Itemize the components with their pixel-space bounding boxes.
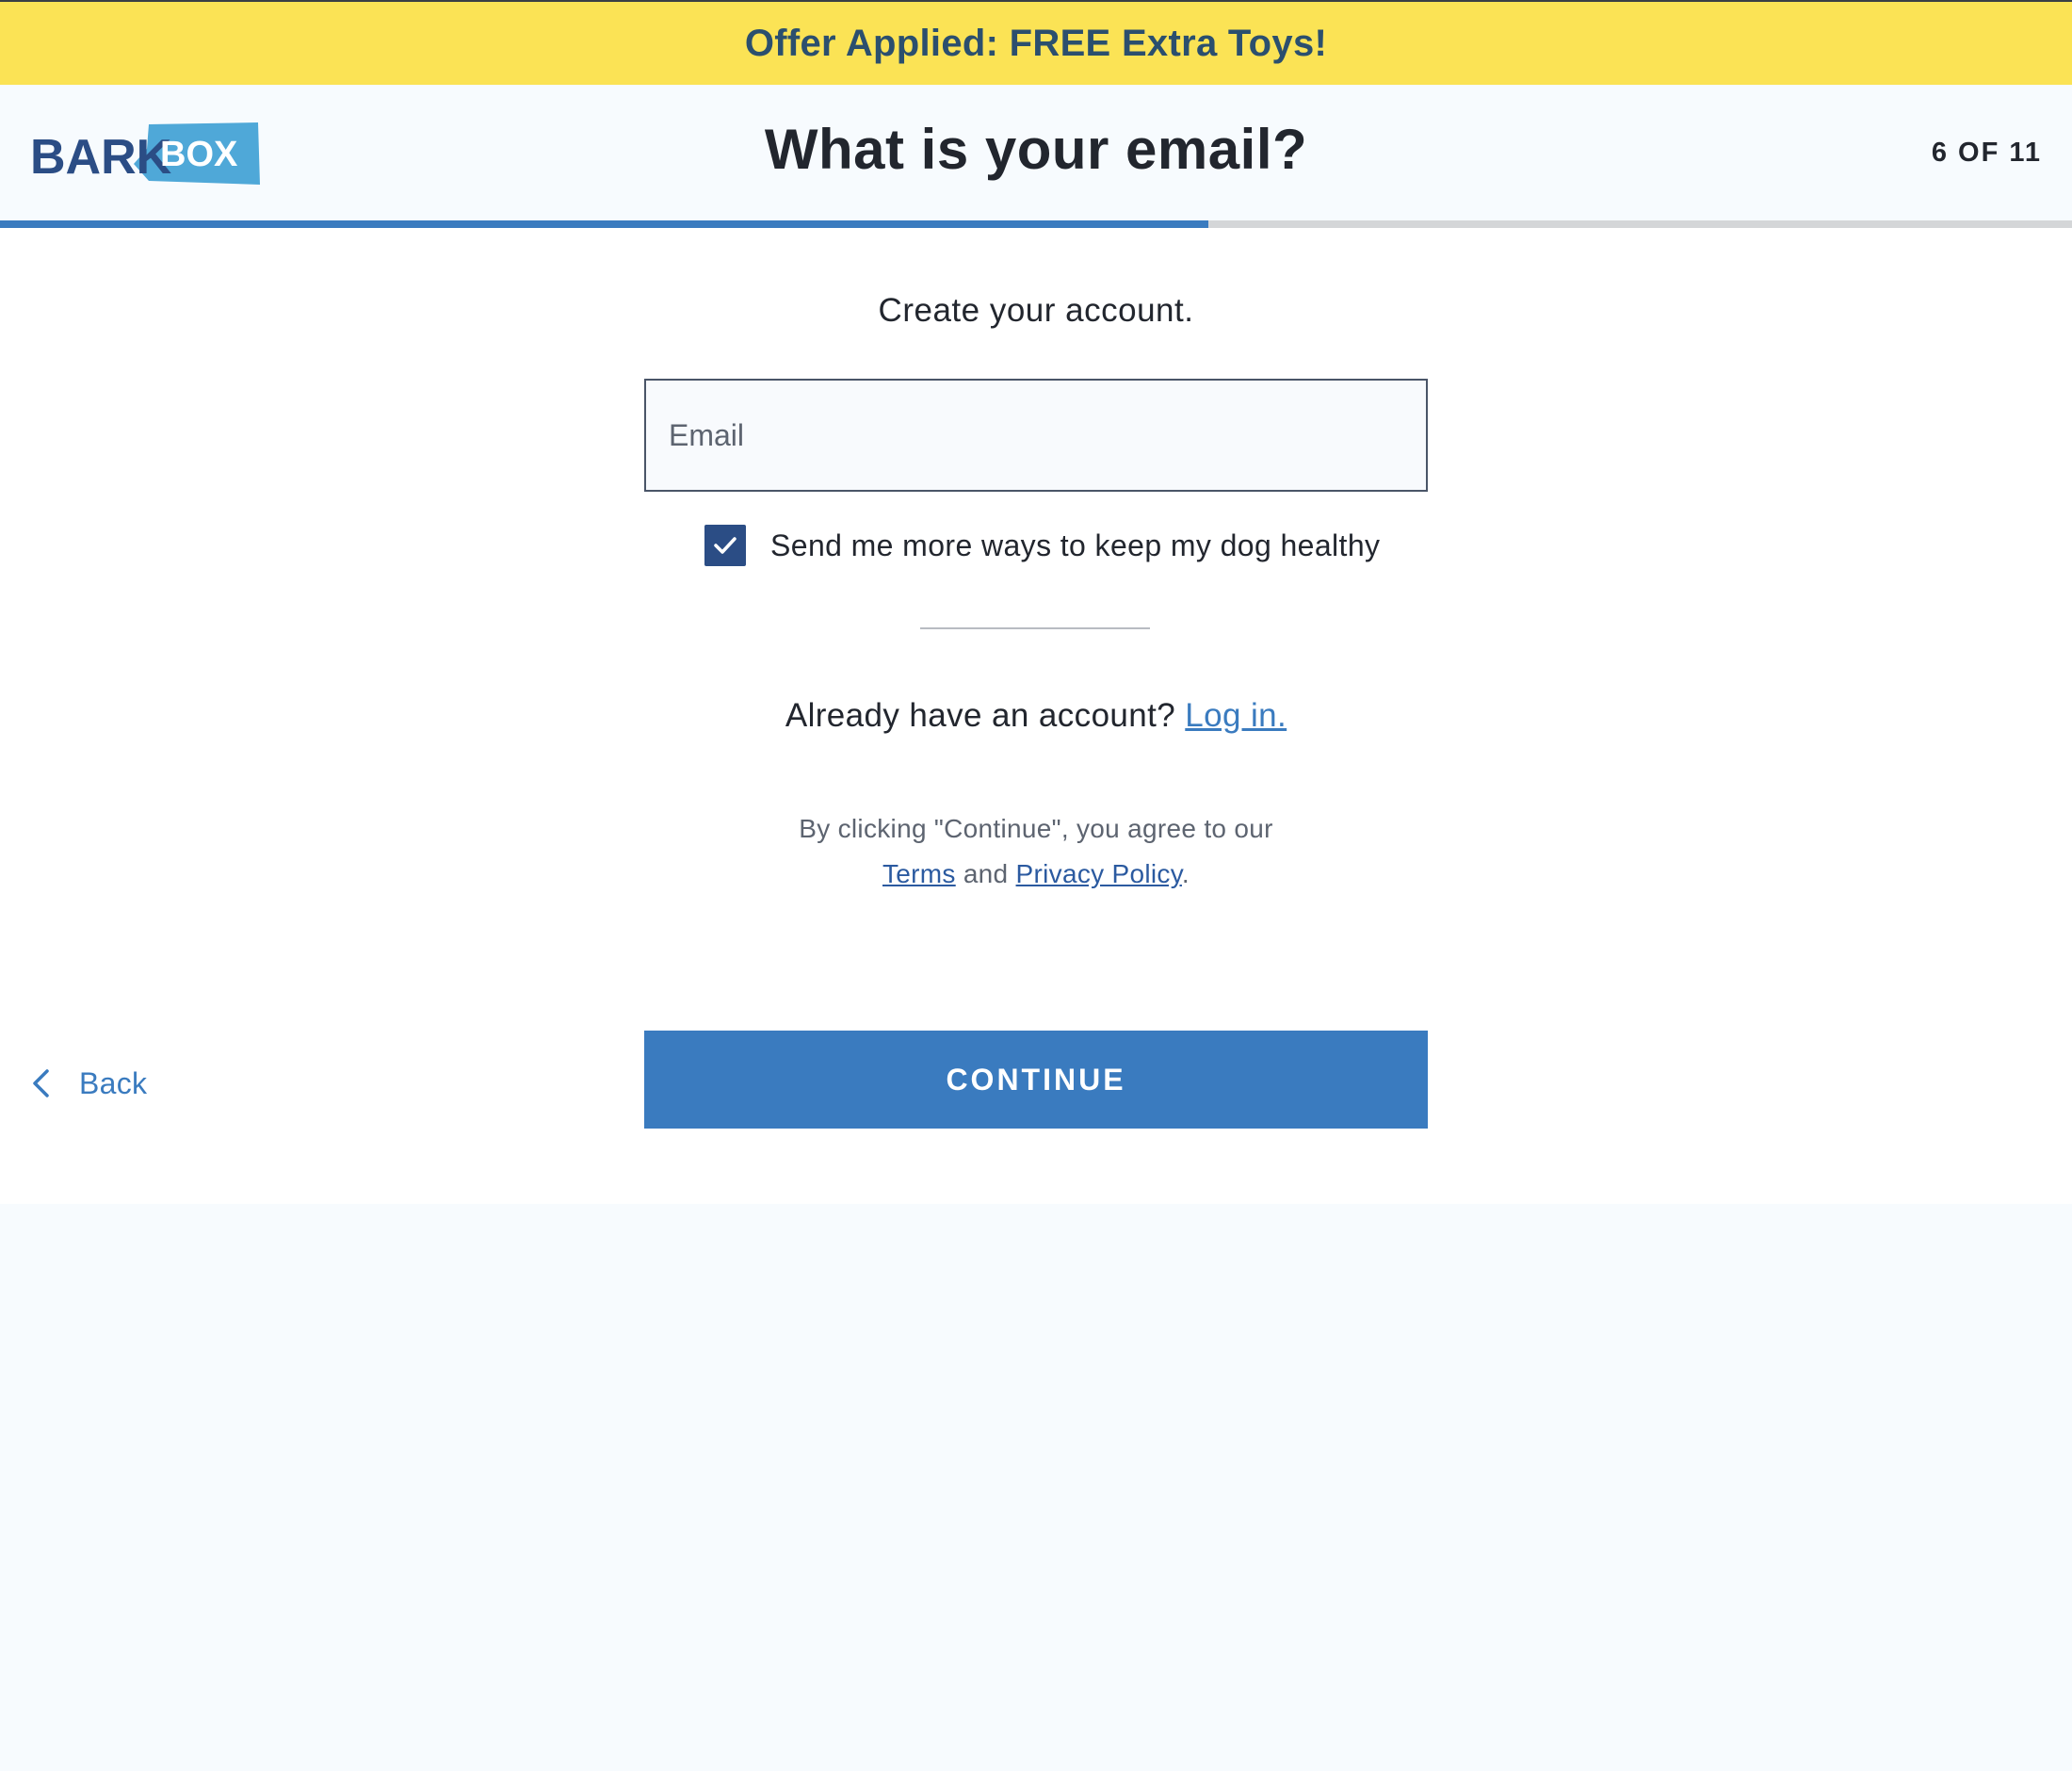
main-content: Create your account. Send me more ways t… bbox=[0, 228, 2072, 1204]
opt-in-label: Send me more ways to keep my dog healthy bbox=[770, 528, 1381, 562]
terms-link[interactable]: Terms bbox=[882, 859, 956, 888]
divider bbox=[920, 627, 1150, 629]
progress-bar bbox=[0, 220, 2072, 228]
email-input[interactable] bbox=[644, 379, 1428, 492]
legal-line: By clicking "Continue", you agree to our bbox=[799, 814, 1273, 843]
opt-in-row[interactable]: Send me more ways to keep my dog healthy bbox=[704, 524, 1380, 567]
continue-button[interactable]: CONTINUE bbox=[644, 1031, 1428, 1129]
privacy-policy-link[interactable]: Privacy Policy bbox=[1016, 859, 1182, 888]
back-button[interactable]: Back bbox=[28, 1057, 147, 1110]
login-prompt: Already have an account? bbox=[785, 697, 1176, 734]
login-link[interactable]: Log in. bbox=[1185, 697, 1287, 734]
opt-in-checkbox[interactable] bbox=[704, 525, 746, 566]
legal-links-line: Terms and Privacy Policy. bbox=[0, 852, 2072, 897]
progress-fill bbox=[0, 220, 1208, 228]
page-title: What is your email? bbox=[764, 118, 1308, 181]
promo-banner: Offer Applied: FREE Extra Toys! bbox=[0, 0, 2072, 85]
back-label: Back bbox=[79, 1065, 148, 1100]
promo-text: Offer Applied: FREE Extra Toys! bbox=[744, 22, 1328, 64]
step-indicator: 6 OF 11 bbox=[1931, 138, 2042, 168]
login-prompt-row: Already have an account? Log in. bbox=[0, 697, 2072, 735]
legal-period: . bbox=[1181, 859, 1190, 888]
form-subtitle: Create your account. bbox=[878, 292, 1194, 329]
page: Offer Applied: FREE Extra Toys! BARK BOX… bbox=[0, 0, 2072, 1771]
legal-notice: By clicking "Continue", you agree to our… bbox=[0, 806, 2072, 897]
check-icon bbox=[714, 537, 737, 554]
chevron-left-icon bbox=[33, 1069, 49, 1097]
legal-and: and bbox=[963, 859, 1009, 888]
header: BARK BOX What is your email? 6 OF 11 bbox=[0, 85, 2072, 220]
